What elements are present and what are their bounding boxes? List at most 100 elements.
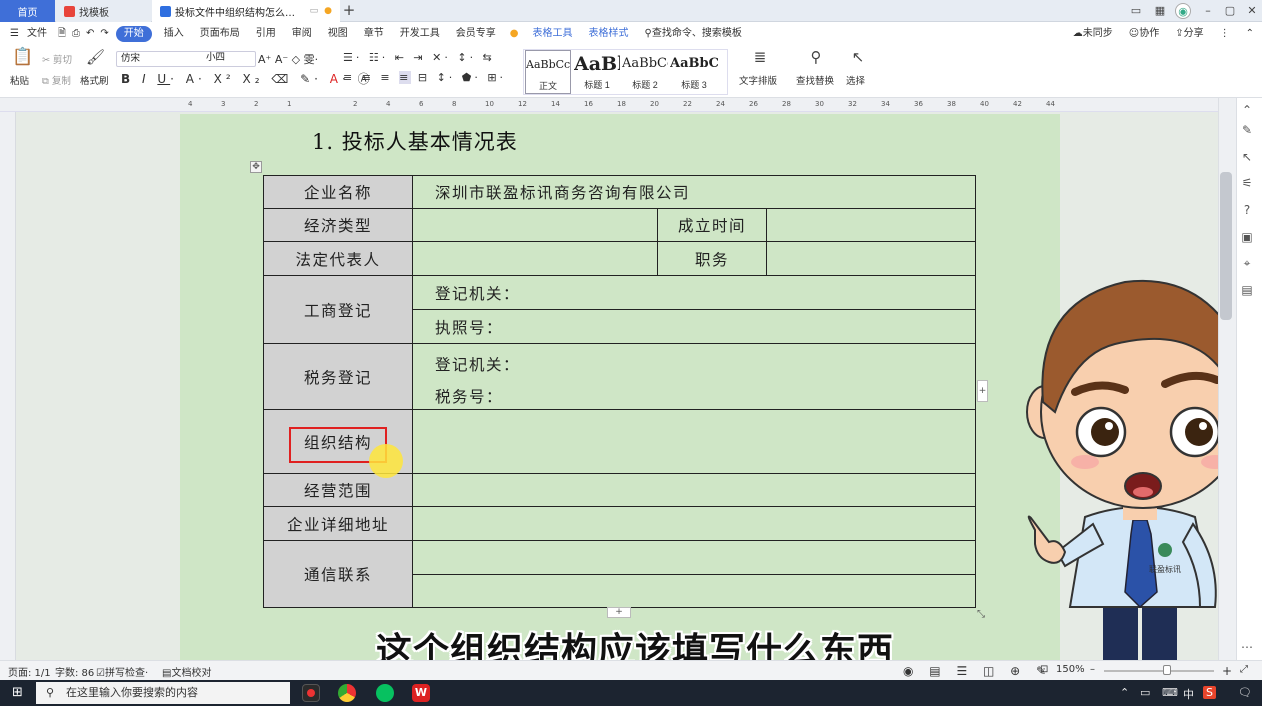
quick-print-icon[interactable]: ⎙ [69,22,83,46]
fit-page-icon[interactable]: ⊡ [1040,664,1048,675]
tab-template[interactable]: 找模板 [56,0,151,22]
menu-member[interactable]: 会员专享 [448,22,504,46]
copy-button[interactable]: ⧉ 复制 [42,73,71,87]
collapse-ribbon-icon[interactable]: ⌃ [1238,22,1262,46]
menu-chapter[interactable]: 章节 [356,22,392,46]
menu-start[interactable]: 开始 [115,26,152,42]
text-layout-icon[interactable]: ≣ [750,50,770,65]
location-icon[interactable]: ⌖ [1240,256,1254,270]
share-button[interactable]: ⇪分享 [1167,22,1211,46]
window-icon[interactable]: ▭ [310,6,319,16]
tax-reg-cell[interactable]: 登记机关： 税务号： [412,343,976,410]
reg-authority-1-cell[interactable]: 登记机关： [412,275,976,310]
hamburger-icon[interactable]: ☰ [0,22,27,46]
find-replace-button[interactable]: 查找替换 [796,73,834,87]
find-icon[interactable]: ⚲ [806,50,826,65]
menu-reference[interactable]: 引用 [248,22,284,46]
minimize-icon[interactable]: – [1200,3,1216,19]
cut-button[interactable]: ✂ 剪切 [42,52,72,66]
avatar[interactable]: ◉ [1175,3,1191,19]
edit-icon[interactable]: ✎ [1240,123,1254,137]
redo-icon[interactable]: ↷ [97,22,111,46]
undo-icon[interactable]: ↶ [83,22,97,46]
select-button[interactable]: 选择 [846,73,865,87]
economic-type-cell[interactable] [412,208,658,242]
tab-home[interactable]: 首页 [0,0,55,22]
contact-cell-1[interactable] [412,540,976,575]
spell-check-button[interactable]: ☑拼写检查· [96,664,148,679]
select-cursor-icon[interactable]: ↖ [848,50,868,65]
horizontal-ruler[interactable]: 4 3 2 1 2 4 6 8 10 12 14 16 18 20 22 24 26 28 30 32 34 36 38 40… [0,98,1262,112]
format-painter-button[interactable]: 格式刷 [80,73,109,87]
company-name-cell[interactable]: 深圳市联盈标讯商务咨询有限公司 [412,175,976,209]
sliders-icon[interactable]: ⚟ [1240,176,1254,190]
sync-button[interactable]: ☁未同步 [1065,22,1121,46]
menu-table-tools[interactable]: 表格工具 [525,22,581,46]
taskbar-search-input[interactable]: ⚲ 在这里输入你要搜索的内容 [36,682,290,704]
sogou-icon[interactable]: S [1203,686,1216,699]
text-layout-button[interactable]: 文字排版 [739,73,777,87]
new-tab-button[interactable]: + [340,2,358,20]
close-icon[interactable]: ✕ [1244,3,1260,19]
zoom-in-button[interactable]: + [1222,664,1232,678]
align-tools[interactable]: ≡ ≡ ≡ ≡ ⊟ ↕· ⬟· ⊞· [343,71,506,84]
established-cell[interactable] [766,208,976,242]
format-painter-icon[interactable]: 🖌 [86,50,105,65]
add-row-button[interactable]: + [607,607,631,618]
windows-start-icon[interactable]: ⊞ [12,686,26,700]
style-heading1[interactable]: AaBl 标题 1 [574,50,620,94]
zoom-level[interactable]: 150% [1056,664,1085,675]
more-dots-icon[interactable]: ⋯ [1240,640,1254,654]
paste-button[interactable]: 粘贴 [10,73,29,87]
zoom-slider[interactable] [1104,670,1214,672]
network-icon[interactable]: ▭ [1140,686,1150,699]
notification-icon[interactable]: 🗨 [1238,686,1252,699]
command-search[interactable]: ⚲查找命令、搜索模板 [637,22,750,46]
menu-review[interactable]: 审阅 [284,22,320,46]
doc-proof-button[interactable]: ▤文档校对 [162,664,211,679]
menu-developer[interactable]: 开发工具 [392,22,448,46]
font-size-tools[interactable]: A⁺ A⁻ ◇ 雯· [258,51,318,67]
image-icon[interactable]: ▣ [1240,230,1254,244]
style-heading3[interactable]: AaBbC 标题 3 [670,50,718,94]
menu-view[interactable]: 视图 [320,22,356,46]
zoom-slider-thumb[interactable] [1163,665,1171,675]
org-structure-cell[interactable] [412,409,976,474]
scrollbar-thumb[interactable] [1220,172,1232,320]
layout-icon[interactable]: ▭ [1128,3,1144,19]
book-icon[interactable]: ▤ [1240,283,1254,297]
menu-page-layout[interactable]: 页面布局 [192,22,248,46]
zoom-out-button[interactable]: – [1090,664,1095,675]
legal-rep-cell[interactable] [412,241,658,276]
menu-table-style[interactable]: 表格样式 [581,22,637,46]
vertical-ruler[interactable] [0,112,16,660]
paste-icon[interactable]: 📋 [12,49,34,66]
table-move-handle-icon[interactable]: ✥ [250,161,262,173]
scroll-up-icon[interactable]: ⌃ [1240,103,1254,117]
record-app-icon[interactable] [302,684,320,702]
wechat-icon[interactable] [376,684,394,702]
add-column-button[interactable]: + [977,380,988,402]
view-mode-buttons[interactable]: ◉ ▤ ☰ ◫ ⊕ ✎ [903,664,1052,678]
menu-file[interactable]: 文件 [27,22,55,46]
menu-insert[interactable]: 插入 [156,22,192,46]
grid-icon[interactable]: ▦ [1152,3,1168,19]
business-scope-cell[interactable] [412,473,976,507]
help-icon[interactable]: ? [1240,203,1254,217]
license-no-cell[interactable]: 执照号： [412,309,976,344]
position-cell[interactable] [766,241,976,276]
style-normal[interactable]: AaBbCcI 正文 [525,50,571,94]
cursor-icon[interactable]: ↖ [1240,150,1254,164]
chrome-icon[interactable] [338,684,356,702]
address-cell[interactable] [412,506,976,541]
more-icon[interactable]: ⋮ [1212,22,1238,46]
tab-document[interactable]: 投标文件中组织结构怎么填.docx ▭ ● [152,0,340,22]
restore-icon[interactable]: ▢ [1222,3,1238,19]
font-size-select[interactable]: 小四 [202,51,254,67]
contact-cell-2[interactable] [412,574,976,608]
keyboard-icon[interactable]: ⌨ [1162,686,1178,699]
table-resize-icon[interactable]: ⤡ [977,609,989,621]
ime-indicator[interactable]: 中 [1183,686,1194,702]
fullscreen-icon[interactable]: ⤢ [1240,664,1248,675]
tray-chevron-icon[interactable]: ⌃ [1120,686,1129,699]
